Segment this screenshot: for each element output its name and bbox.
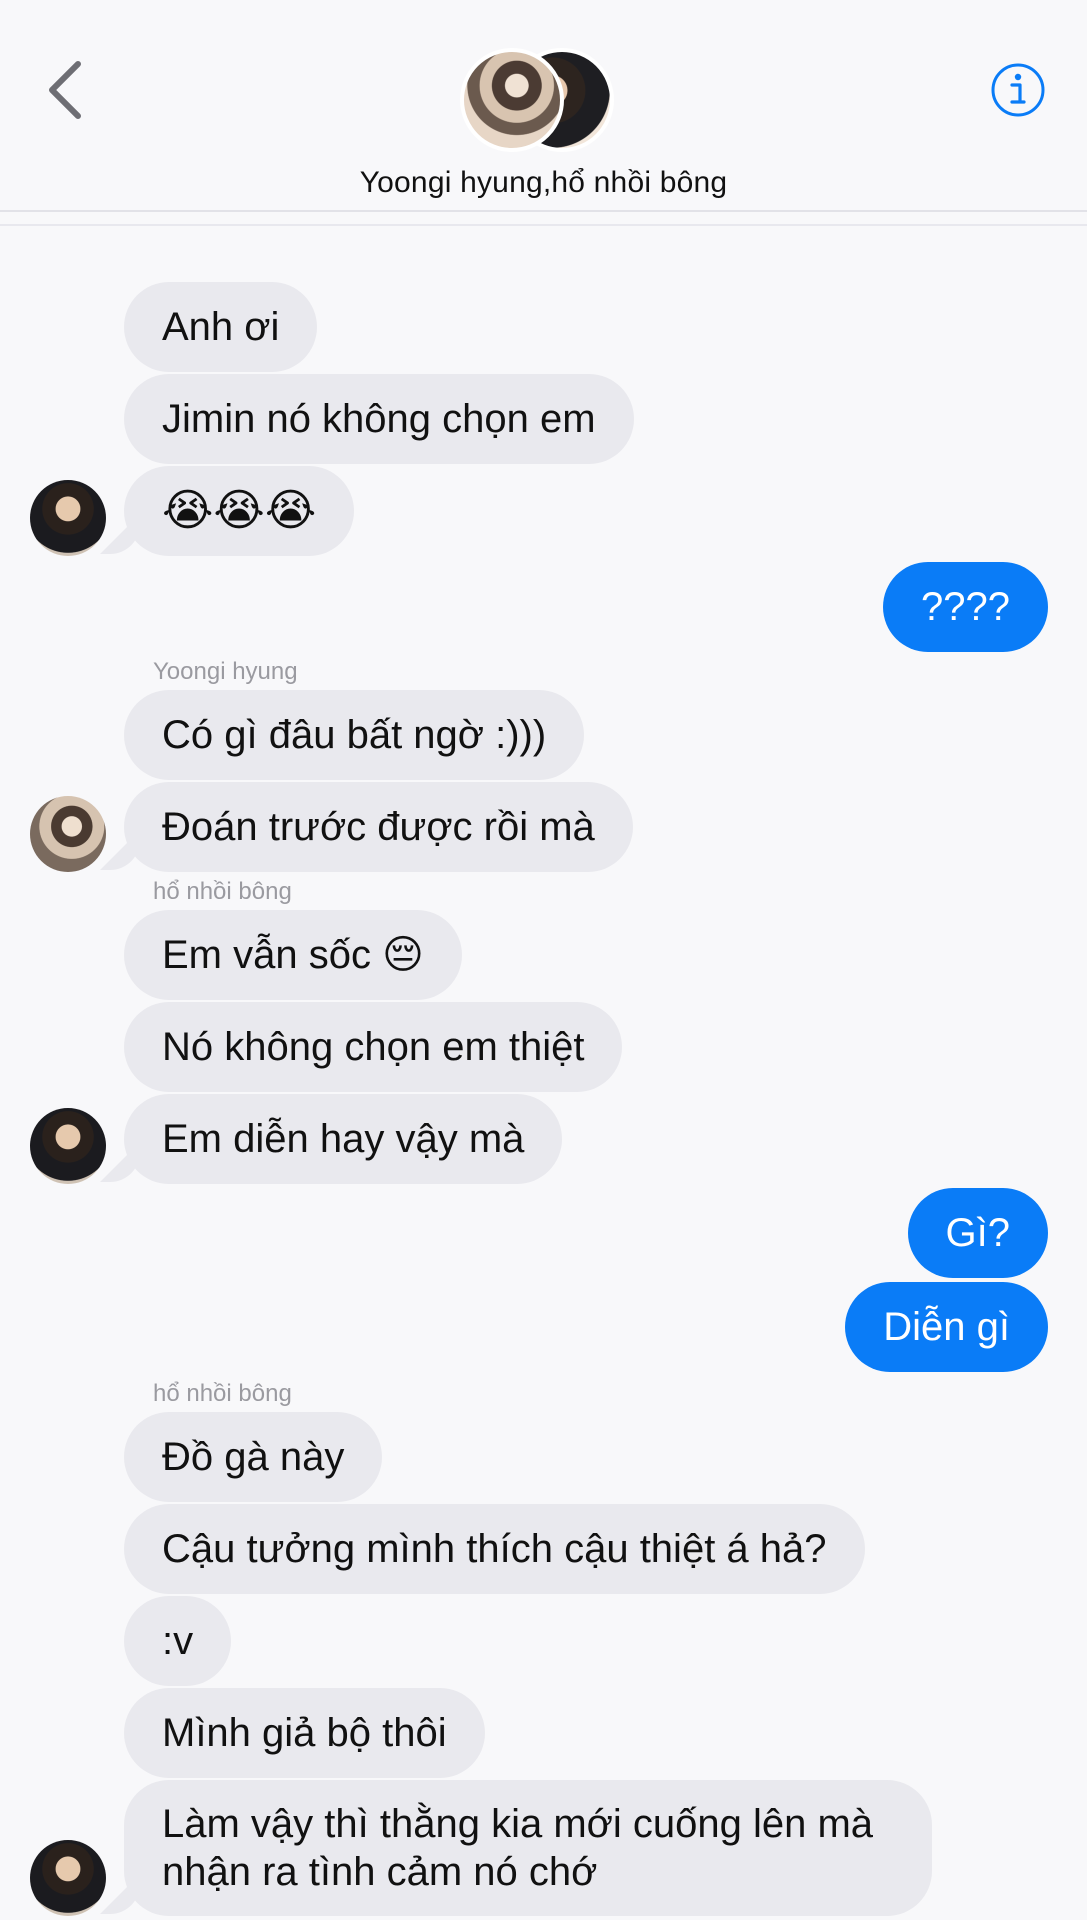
message-incoming[interactable]: Làm vậy thì thằng kia mới cuống lên mà n… [124, 1780, 932, 1916]
message-incoming[interactable]: Có gì đâu bất ngờ :))) [124, 690, 585, 780]
avatar[interactable] [30, 480, 106, 556]
message-list[interactable]: Anh ơi Jimin nó không chọn em 😭😭😭 ???? Y… [0, 0, 1087, 1920]
message-outgoing[interactable]: ???? [883, 562, 1048, 652]
message-incoming[interactable]: Anh ơi [124, 282, 318, 372]
sender-name: hổ nhồi bông [153, 878, 292, 905]
avatar[interactable] [30, 796, 106, 872]
message-incoming[interactable]: Cậu tưởng mình thích cậu thiệt á hả? [124, 1504, 865, 1594]
avatar[interactable] [30, 1108, 106, 1184]
avatar-yoongi [460, 48, 564, 152]
sender-name: Yoongi hyung [153, 658, 298, 685]
sender-name: hổ nhồi bông [153, 1380, 292, 1407]
message-outgoing[interactable]: Diễn gì [845, 1282, 1048, 1372]
message-incoming[interactable]: Jimin nó không chọn em [124, 374, 634, 464]
message-incoming[interactable]: :v [124, 1596, 232, 1686]
message-incoming[interactable]: 😭😭😭 [124, 466, 355, 556]
message-incoming[interactable]: Đồ gà này [124, 1412, 383, 1502]
message-incoming[interactable]: Em diễn hay vậy mà [124, 1094, 563, 1184]
message-outgoing[interactable]: Gì? [907, 1188, 1048, 1278]
message-incoming[interactable]: Em vẫn sốc 😔 [124, 910, 462, 1000]
message-incoming[interactable]: Nó không chọn em thiệt [124, 1002, 623, 1092]
avatar[interactable] [30, 1840, 106, 1916]
message-incoming[interactable]: Mình giả bộ thôi [124, 1688, 485, 1778]
message-incoming[interactable]: Đoán trước được rồi mà [124, 782, 633, 872]
